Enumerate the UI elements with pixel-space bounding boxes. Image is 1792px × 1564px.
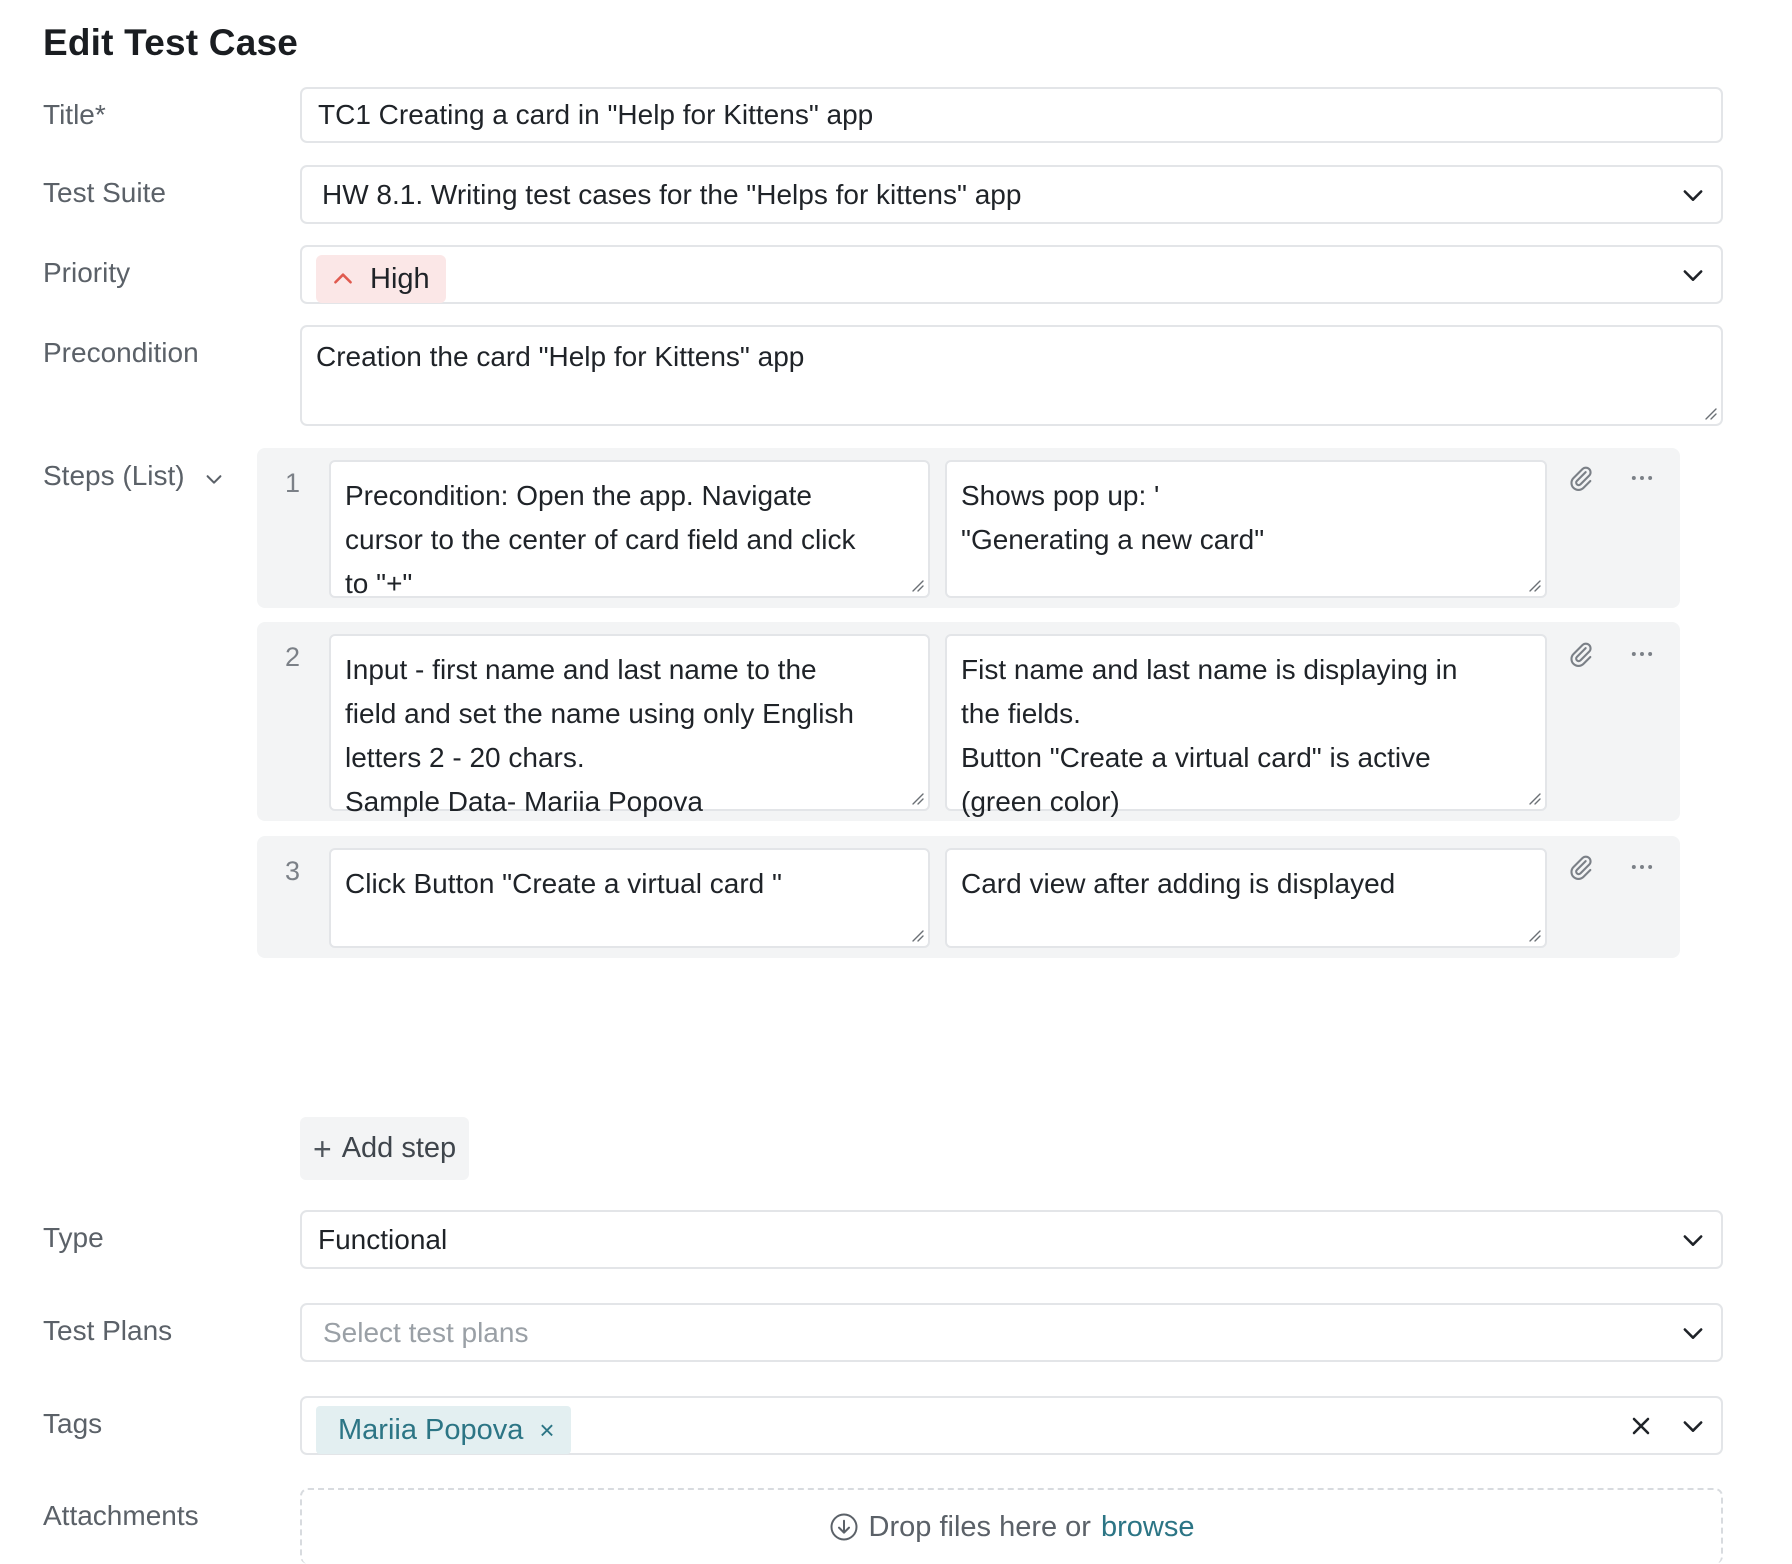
precondition-value: Creation the card "Help for Kittens" app xyxy=(316,341,805,372)
chevron-down-icon[interactable] xyxy=(1679,1412,1707,1440)
step-expected-text: Shows pop up: ' "Generating a new card" xyxy=(961,480,1265,555)
resize-handle-icon[interactable] xyxy=(910,578,924,592)
resize-handle-icon[interactable] xyxy=(910,791,924,805)
attachments-row: Attachments Drop files here or browse xyxy=(43,1488,1723,1564)
step-card-2: 2 Input - first name and last name to th… xyxy=(257,622,1680,821)
drop-files-text: Drop files here or xyxy=(868,1510,1091,1543)
paperclip-icon[interactable] xyxy=(1565,638,1597,670)
step-number: 1 xyxy=(285,468,301,498)
close-icon[interactable] xyxy=(1627,1412,1655,1440)
more-horizontal-icon[interactable] xyxy=(1626,851,1658,883)
priority-label: Priority xyxy=(43,257,131,288)
chevron-down-icon xyxy=(203,465,225,487)
browse-link[interactable]: browse xyxy=(1101,1511,1195,1544)
remove-tag-icon[interactable]: × xyxy=(539,1417,554,1443)
chevron-down-icon[interactable] xyxy=(1679,1319,1707,1347)
steps-label: Steps (List) xyxy=(43,460,185,491)
type-label: Type xyxy=(43,1222,104,1253)
title-label: Title* xyxy=(43,99,106,130)
step-action-text: Precondition: Open the app. Navigate cur… xyxy=(345,480,856,599)
tag-label: Mariia Popova xyxy=(338,1413,524,1446)
tags-label: Tags xyxy=(43,1408,103,1439)
tags-row: Tags Mariia Popova × xyxy=(43,1396,1723,1455)
priority-select[interactable]: High xyxy=(300,245,1723,304)
step-card-3: 3 Click Button "Create a virtual card " … xyxy=(257,836,1680,958)
test-suite-value: HW 8.1. Writing test cases for the "Help… xyxy=(322,178,1022,210)
more-horizontal-icon[interactable] xyxy=(1626,462,1658,494)
type-row: Type Functional xyxy=(43,1210,1723,1269)
test-suite-row: Test Suite HW 8.1. Writing test cases fo… xyxy=(43,165,1723,224)
test-plans-placeholder: Select test plans xyxy=(323,1316,529,1348)
chevron-down-icon[interactable] xyxy=(1679,261,1707,289)
precondition-textarea[interactable]: Creation the card "Help for Kittens" app xyxy=(300,325,1723,426)
paperclip-icon[interactable] xyxy=(1565,462,1597,494)
more-horizontal-icon[interactable] xyxy=(1626,638,1658,670)
resize-handle-icon[interactable] xyxy=(1527,928,1541,942)
step-expected-input[interactable]: Shows pop up: ' "Generating a new card" xyxy=(945,460,1547,598)
step-number: 3 xyxy=(285,856,301,886)
resize-handle-icon[interactable] xyxy=(910,928,924,942)
step-expected-input[interactable]: Fist name and last name is displaying in… xyxy=(945,634,1547,817)
resize-handle-icon[interactable] xyxy=(1527,578,1541,592)
download-circle-icon xyxy=(829,1512,859,1542)
step-action-input[interactable]: Precondition: Open the app. Navigate cur… xyxy=(329,460,930,599)
step-card-1: 1 Precondition: Open the app. Navigate c… xyxy=(257,448,1680,608)
step-action-text: Input - first name and last name to the … xyxy=(345,654,854,817)
edit-test-case-page: Edit Test Case Title* TC1 Creating a car… xyxy=(0,0,1792,1564)
step-expected-text: Card view after adding is displayed xyxy=(961,868,1396,899)
type-select[interactable]: Functional xyxy=(300,1210,1723,1269)
chevron-down-icon[interactable] xyxy=(1679,1226,1707,1254)
attachments-dropzone[interactable]: Drop files here or browse xyxy=(300,1488,1723,1564)
steps-label-toggle[interactable]: Steps (List) xyxy=(43,460,225,492)
step-action-text: Click Button "Create a virtual card " xyxy=(345,868,782,899)
priority-row: Priority High xyxy=(43,245,1723,304)
test-suite-select[interactable]: HW 8.1. Writing test cases for the "Help… xyxy=(300,165,1723,224)
step-action-input[interactable]: Input - first name and last name to the … xyxy=(329,634,930,817)
step-expected-input[interactable]: Card view after adding is displayed xyxy=(945,848,1547,948)
resize-handle-icon[interactable] xyxy=(1703,406,1717,420)
test-plans-row: Test Plans Select test plans xyxy=(43,1303,1723,1362)
tags-select[interactable]: Mariia Popova × xyxy=(300,1396,1723,1455)
add-step-button[interactable]: + Add step xyxy=(300,1117,470,1180)
step-expected-text: Fist name and last name is displaying in… xyxy=(961,654,1458,817)
chevron-up-icon xyxy=(330,266,356,292)
paperclip-icon[interactable] xyxy=(1565,851,1597,883)
title-row: Title* TC1 Creating a card in "Help for … xyxy=(43,87,1723,143)
priority-chip: High xyxy=(316,255,446,303)
test-plans-select[interactable]: Select test plans xyxy=(300,1303,1723,1362)
chevron-down-icon[interactable] xyxy=(1679,181,1707,209)
attachments-label: Attachments xyxy=(43,1500,199,1531)
add-step-label: Add step xyxy=(341,1132,457,1164)
plus-icon: + xyxy=(313,1130,332,1167)
test-plans-label: Test Plans xyxy=(43,1315,173,1346)
page-title: Edit Test Case xyxy=(43,22,299,63)
step-action-input[interactable]: Click Button "Create a virtual card " xyxy=(329,848,930,948)
resize-handle-icon[interactable] xyxy=(1527,791,1541,805)
title-input[interactable]: TC1 Creating a card in "Help for Kittens… xyxy=(300,87,1723,143)
precondition-label: Precondition xyxy=(43,337,199,368)
type-value: Functional xyxy=(318,1223,448,1255)
priority-value: High xyxy=(370,262,430,295)
tag-chip: Mariia Popova × xyxy=(316,1406,571,1454)
title-value: TC1 Creating a card in "Help for Kittens… xyxy=(318,99,874,130)
precondition-row: Precondition Creation the card "Help for… xyxy=(43,325,1723,426)
test-suite-label: Test Suite xyxy=(43,177,166,208)
step-number: 2 xyxy=(285,642,301,672)
